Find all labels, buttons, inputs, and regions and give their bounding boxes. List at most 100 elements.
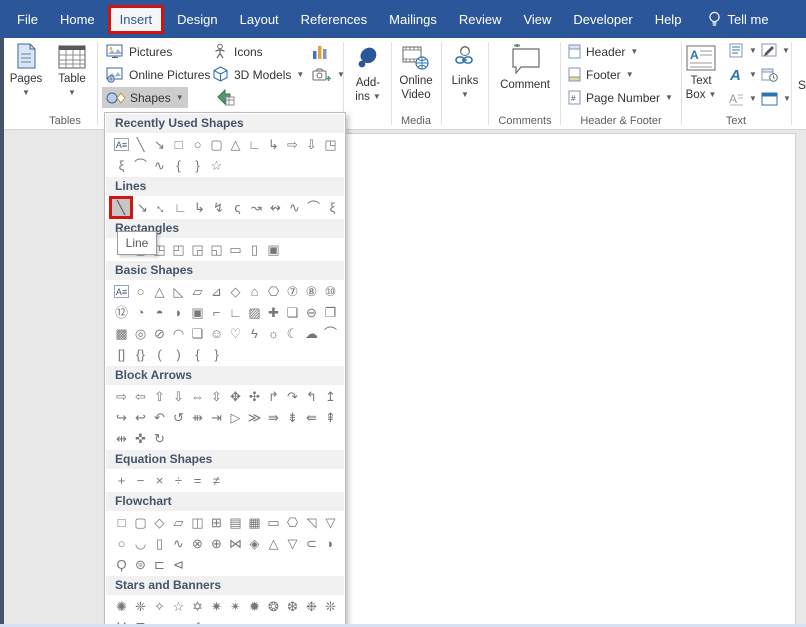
tab-developer[interactable]: Developer xyxy=(562,8,643,31)
shape-chevron-arrow[interactable]: ≫ xyxy=(245,408,264,428)
shape-oval[interactable]: ○ xyxy=(131,282,150,302)
shape-elbow-double-arrow-connector[interactable]: ↯ xyxy=(209,198,228,218)
shape-quad-arrow[interactable]: ✥ xyxy=(226,387,245,407)
shape-star-24-point[interactable]: ❉ xyxy=(302,597,321,617)
shape-arc[interactable]: ⌒ xyxy=(321,324,340,344)
shape-hexagon[interactable]: ⎔ xyxy=(264,282,283,302)
shape-terminator[interactable]: ▭ xyxy=(264,513,283,533)
shape-magnetic-disk[interactable]: ⊜ xyxy=(131,555,150,575)
shape-scribble[interactable]: ξ xyxy=(112,156,131,176)
shape-star-4-point[interactable]: ✧ xyxy=(150,597,169,617)
tab-file[interactable]: File xyxy=(6,8,49,31)
shape-bent-up-arrow[interactable]: ↥ xyxy=(321,387,340,407)
shape-quad-arrow-callout[interactable]: ✜ xyxy=(131,429,150,449)
shape-star-5-point[interactable]: ☆ xyxy=(169,597,188,617)
shape-explosion-2[interactable]: ❈ xyxy=(131,597,150,617)
shape-l-shape[interactable]: ∟ xyxy=(226,303,245,323)
shape-math-plus[interactable]: + xyxy=(112,471,131,491)
shape-can[interactable]: ⊖ xyxy=(302,303,321,323)
shape-left-brace[interactable]: { xyxy=(169,156,188,176)
shape-snip-diagonal-corner-rectangle[interactable]: ◲ xyxy=(188,240,207,260)
shape-arrow[interactable]: ↘ xyxy=(150,135,169,155)
chart-button[interactable] xyxy=(308,41,332,62)
page-number-button[interactable]: # Page Number ▼ xyxy=(564,87,677,108)
shape-star-12-point[interactable]: ❂ xyxy=(264,597,283,617)
tab-layout[interactable]: Layout xyxy=(229,8,290,31)
shape-document[interactable]: ▤ xyxy=(226,513,245,533)
shape-math-division[interactable]: ÷ xyxy=(169,471,188,491)
shape-lightning-bolt[interactable]: ϟ xyxy=(245,324,264,344)
shape-process[interactable]: □ xyxy=(112,513,131,533)
shape-parallelogram[interactable]: ▱ xyxy=(188,282,207,302)
3d-models-button[interactable]: 3D Models ▼ xyxy=(208,64,308,85)
shape-multidocument[interactable]: ▦ xyxy=(245,513,264,533)
shape-curve[interactable]: ∿ xyxy=(285,198,304,218)
object-button[interactable]: ▼ xyxy=(757,88,795,109)
shape-moon[interactable]: ☾ xyxy=(283,324,302,344)
shape-left-arrow[interactable]: ⇦ xyxy=(131,387,150,407)
shape-diagonal-stripe[interactable]: ▨ xyxy=(245,303,264,323)
shape-display[interactable]: ⊲ xyxy=(169,555,188,575)
shape-star-5-point[interactable]: ☆ xyxy=(207,156,226,176)
shape-octagon[interactable]: ⑧ xyxy=(302,282,321,302)
shape-snip-round-single-corner-rectangle[interactable]: ◱ xyxy=(207,240,226,260)
shape-line[interactable]: ╲ xyxy=(109,196,133,219)
tab-insert[interactable]: Insert xyxy=(107,4,165,34)
shape-predefined-process[interactable]: ◫ xyxy=(188,513,207,533)
shape-elbow-arrow-connector[interactable]: ↳ xyxy=(264,135,283,155)
shape-curved-right-arrow[interactable]: ↪ xyxy=(112,408,131,428)
shape-star-7-point[interactable]: ✷ xyxy=(207,597,226,617)
shape-math-not-equal[interactable]: ≠ xyxy=(207,471,226,491)
shape-cloud[interactable]: ☁ xyxy=(302,324,321,344)
shape-notched-right-arrow[interactable]: ⇥ xyxy=(207,408,226,428)
shape-folded-corner[interactable]: ❏ xyxy=(188,324,207,344)
online-pictures-button[interactable]: Online Pictures xyxy=(102,64,214,85)
shape-punched-tape[interactable]: ∿ xyxy=(169,534,188,554)
shape-summing-junction[interactable]: ⊗ xyxy=(188,534,207,554)
shape-no-symbol[interactable]: ⊘ xyxy=(150,324,169,344)
shape-manual-operation[interactable]: ▽ xyxy=(321,513,340,533)
shape-curved-left-arrow[interactable]: ↩ xyxy=(131,408,150,428)
tab-home[interactable]: Home xyxy=(49,8,106,31)
shape-sort[interactable]: ◈ xyxy=(245,534,264,554)
online-video-button[interactable]: Online Video xyxy=(394,42,438,102)
shape-isosceles-triangle[interactable]: △ xyxy=(226,135,245,155)
drop-cap-button[interactable]: A ▼ xyxy=(725,88,761,109)
shape-text-box[interactable]: A≡ xyxy=(114,138,129,151)
shape-math-minus[interactable]: − xyxy=(131,471,150,491)
shape-isosceles-triangle[interactable]: △ xyxy=(150,282,169,302)
tab-mailings[interactable]: Mailings xyxy=(378,8,448,31)
shape-oval[interactable]: ○ xyxy=(188,135,207,155)
signature-line-button[interactable]: ▼ xyxy=(757,40,794,61)
shape-curved-double-arrow-connector[interactable]: ↭ xyxy=(266,198,285,218)
shape-block-arc[interactable]: ◠ xyxy=(169,324,188,344)
shape-decision[interactable]: ◇ xyxy=(150,513,169,533)
shape-star-10-point[interactable]: ✹ xyxy=(245,597,264,617)
shape-pie[interactable]: ◔ xyxy=(131,303,150,323)
shape-donut[interactable]: ◎ xyxy=(131,324,150,344)
shape-collate[interactable]: ⋈ xyxy=(226,534,245,554)
shape-round-diagonal-corner-rectangle[interactable]: ▣ xyxy=(264,240,283,260)
shape-sequential-access-storage[interactable]: Ϙ xyxy=(112,555,131,575)
footer-button[interactable]: Footer ▼ xyxy=(564,64,638,85)
shape-down-arrow[interactable]: ⇩ xyxy=(302,135,321,155)
shape-extract[interactable]: △ xyxy=(264,534,283,554)
shape-half-frame[interactable]: ⌐ xyxy=(207,303,226,323)
shape-curved-down-arrow[interactable]: ↶ xyxy=(150,408,169,428)
links-button[interactable]: Links ▼ xyxy=(445,42,485,102)
shape-card[interactable]: ▯ xyxy=(150,534,169,554)
shape-rectangle[interactable]: □ xyxy=(169,135,188,155)
shape-manual-input[interactable]: ◹ xyxy=(302,513,321,533)
shape-left-arrow-callout[interactable]: ⇚ xyxy=(302,408,321,428)
shape-right-arrow[interactable]: ⇨ xyxy=(283,135,302,155)
shape-explosion-1[interactable]: ✺ xyxy=(112,597,131,617)
tell-me[interactable]: Tell me xyxy=(708,11,769,28)
shape-left-right-arrow[interactable]: ⇔ xyxy=(188,387,207,407)
shape-right-arrow-callout[interactable]: ⇛ xyxy=(264,408,283,428)
quick-parts-button[interactable]: ▼ xyxy=(725,40,761,61)
shapes-button[interactable]: Shapes ▼ xyxy=(102,87,188,108)
shape-arc[interactable]: ⌒ xyxy=(131,156,150,176)
shape-scribble[interactable]: ξ xyxy=(323,198,342,218)
shape-star-32-point[interactable]: ❊ xyxy=(321,597,340,617)
shape-right-bracket[interactable]: ) xyxy=(169,345,188,365)
